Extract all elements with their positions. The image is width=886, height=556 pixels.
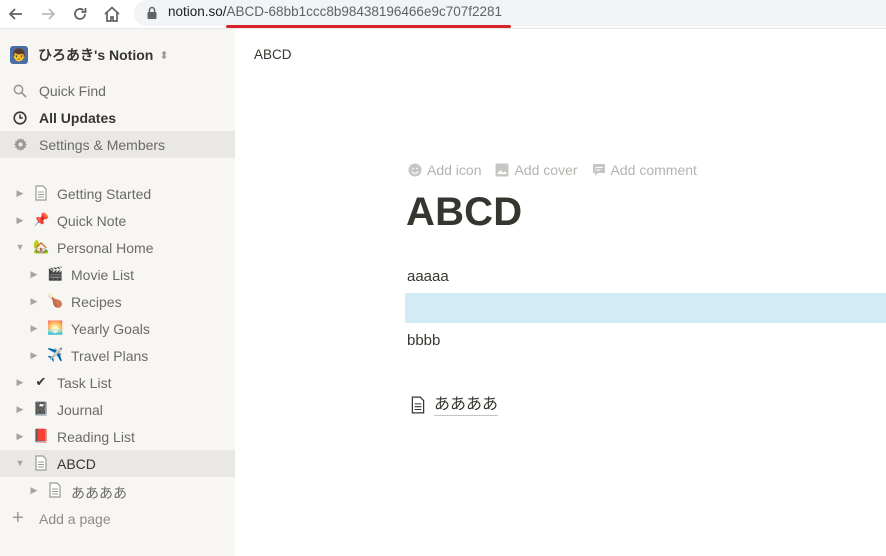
sidebar-page-task-list[interactable]: ▶ ✔ Task List — [0, 369, 235, 396]
text-block[interactable]: aaaaa — [407, 268, 449, 285]
page-label: Movie List — [71, 267, 135, 283]
page-header-actions: Add icon Add cover Add comment — [408, 162, 711, 178]
collapse-triangle-icon[interactable]: ▼ — [15, 458, 25, 468]
sidebar-page-reading-list[interactable]: ▶ 📕 Reading List — [0, 423, 235, 450]
text-block[interactable]: bbbb — [407, 332, 440, 349]
clapper-board-icon: 🎬 — [47, 266, 64, 281]
workspace-avatar: 👦 — [10, 46, 28, 64]
settings-members-button[interactable]: Settings & Members — [0, 131, 235, 158]
sidebar-page-recipes[interactable]: ▶ 🍗 Recipes — [0, 288, 235, 315]
url-text[interactable]: notion.so/ABCD-68bb1ccc8b98438196466e9c7… — [168, 4, 502, 19]
page-label: Reading List — [57, 429, 135, 445]
sidebar-page-aaaa-jp[interactable]: ▶ ああああ — [0, 477, 235, 504]
add-comment-label: Add comment — [610, 162, 697, 178]
expand-triangle-icon[interactable]: ▶ — [29, 296, 39, 306]
sidebar-page-getting-started[interactable]: ▶ Getting Started — [0, 180, 235, 207]
page-label: Journal — [57, 402, 103, 418]
sunrise-icon: 🌅 — [47, 320, 64, 335]
home-icon — [104, 6, 120, 22]
workspace-name: ひろあき's Notion — [38, 47, 154, 63]
page-icon — [47, 482, 63, 498]
expand-triangle-icon[interactable]: ▶ — [15, 215, 25, 225]
expand-triangle-icon[interactable]: ▶ — [15, 431, 25, 441]
arrow-right-icon — [42, 8, 56, 20]
comment-icon — [592, 164, 605, 176]
sidebar-page-personal-home[interactable]: ▼ 🏡 Personal Home — [0, 234, 235, 261]
add-page-button[interactable]: + Add a page — [0, 505, 235, 532]
subpage-label: ああああ — [434, 395, 499, 416]
reload-button[interactable] — [70, 4, 90, 24]
page-label: Travel Plans — [71, 348, 149, 364]
url-host: notion.so/ — [168, 4, 227, 19]
sidebar-page-journal[interactable]: ▶ 📓 Journal — [0, 396, 235, 423]
page-icon — [411, 396, 425, 414]
pushpin-icon: 📌 — [33, 212, 50, 227]
settings-members-label: Settings & Members — [39, 136, 166, 153]
page-label: Task List — [57, 375, 112, 391]
page-label: Personal Home — [57, 240, 154, 256]
red-book-icon: 📕 — [33, 428, 50, 443]
add-icon-button[interactable]: Add icon — [408, 162, 481, 178]
notebook-icon: 📓 — [33, 401, 50, 416]
expand-triangle-icon[interactable]: ▶ — [15, 404, 25, 414]
image-icon — [495, 163, 509, 177]
add-cover-label: Add cover — [514, 162, 578, 178]
breadcrumb[interactable]: ABCD — [254, 47, 292, 62]
add-cover-button[interactable]: Add cover — [495, 162, 578, 178]
gear-icon — [12, 137, 28, 153]
page-title[interactable]: ABCD — [406, 190, 522, 235]
all-updates-button[interactable]: All Updates — [0, 104, 235, 131]
page-icon — [33, 455, 49, 471]
chevron-updown-icon: ⬍ — [159, 49, 169, 62]
airplane-icon: ✈️ — [47, 347, 64, 362]
sidebar-page-abcd[interactable]: ▼ ABCD — [0, 450, 235, 477]
reload-icon — [74, 8, 87, 20]
expand-triangle-icon[interactable]: ▶ — [29, 485, 39, 495]
page-label: ABCD — [57, 456, 96, 472]
url-highlight-underline — [226, 25, 511, 28]
plus-icon: + — [12, 507, 24, 529]
forward-button[interactable] — [38, 4, 58, 24]
expand-triangle-icon[interactable]: ▶ — [15, 377, 25, 387]
smiley-icon — [408, 163, 422, 177]
sidebar: 👦 ひろあき's Notion ⬍ Quick Find All Updates… — [0, 29, 235, 556]
expand-triangle-icon[interactable]: ▶ — [15, 188, 25, 198]
subpage-link[interactable]: ああああ — [410, 394, 499, 416]
checkmark-icon: ✔ — [35, 374, 47, 389]
lock-icon — [146, 6, 158, 25]
page-label: ああああ — [71, 485, 127, 501]
collapse-triangle-icon[interactable]: ▼ — [15, 242, 25, 252]
add-icon-label: Add icon — [427, 162, 482, 178]
home-button[interactable] — [102, 4, 122, 24]
clock-icon — [12, 110, 28, 126]
page-label: Getting Started — [57, 186, 152, 202]
browser-toolbar: notion.so/ABCD-68bb1ccc8b98438196466e9c7… — [0, 0, 886, 29]
sidebar-page-movie-list[interactable]: ▶ 🎬 Movie List — [0, 261, 235, 288]
house-icon: 🏡 — [33, 239, 50, 254]
quick-find-button[interactable]: Quick Find — [0, 77, 235, 104]
expand-triangle-icon[interactable]: ▶ — [29, 350, 39, 360]
selected-empty-block[interactable] — [405, 293, 886, 323]
all-updates-label: All Updates — [39, 109, 117, 126]
arrow-left-icon — [8, 8, 22, 20]
url-path: ABCD-68bb1ccc8b98438196466e9c707f2281 — [226, 4, 503, 19]
page-label: Yearly Goals — [71, 321, 150, 337]
page-icon — [33, 185, 49, 201]
search-icon — [12, 83, 28, 99]
sidebar-page-travel-plans[interactable]: ▶ ✈️ Travel Plans — [0, 342, 235, 369]
add-page-label: Add a page — [39, 511, 111, 527]
back-button[interactable] — [6, 4, 26, 24]
page-label: Quick Note — [57, 213, 127, 229]
sidebar-page-yearly-goals[interactable]: ▶ 🌅 Yearly Goals — [0, 315, 235, 342]
expand-triangle-icon[interactable]: ▶ — [29, 269, 39, 279]
workspace-switcher[interactable]: 👦 ひろあき's Notion ⬍ — [10, 45, 169, 65]
expand-triangle-icon[interactable]: ▶ — [29, 323, 39, 333]
page-label: Recipes — [71, 294, 122, 310]
drumstick-icon: 🍗 — [47, 293, 64, 308]
sidebar-page-quick-note[interactable]: ▶ 📌 Quick Note — [0, 207, 235, 234]
quick-find-label: Quick Find — [39, 82, 106, 99]
add-comment-button[interactable]: Add comment — [592, 162, 697, 178]
